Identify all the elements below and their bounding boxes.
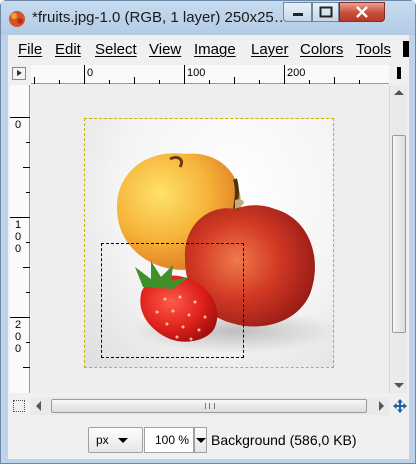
layer-status: Background (586,0 KB) bbox=[211, 432, 357, 448]
grip-icon bbox=[205, 403, 215, 409]
hruler-label-0: 0 bbox=[87, 67, 94, 79]
scroll-up-icon[interactable] bbox=[394, 90, 404, 95]
hruler-label-200: 200 bbox=[287, 67, 306, 79]
vruler-label-100-d3: 0 bbox=[14, 243, 22, 255]
menu-colors[interactable]: Colors bbox=[300, 41, 343, 58]
horizontal-scroll-row bbox=[8, 397, 409, 417]
image-menu-button[interactable] bbox=[12, 67, 26, 80]
menu-tools[interactable]: Tools bbox=[356, 41, 391, 58]
hruler-label-100: 100 bbox=[187, 67, 206, 79]
title-bar[interactable]: *fruits.jpg-1.0 (RGB, 1 layer) 250x25… bbox=[1, 1, 415, 35]
ruler-end-marker bbox=[397, 67, 401, 79]
maximize-icon bbox=[319, 6, 332, 18]
image-window: *fruits.jpg-1.0 (RGB, 1 layer) 250x25… F… bbox=[0, 0, 416, 464]
menu-view[interactable]: View bbox=[149, 41, 181, 58]
app-icon bbox=[9, 11, 25, 27]
menu-overflow-icon[interactable] bbox=[403, 41, 409, 57]
close-button[interactable] bbox=[339, 2, 385, 22]
rectangle-selection[interactable] bbox=[101, 243, 244, 358]
zoom-input[interactable]: 100 % bbox=[144, 427, 194, 453]
vruler-label-200-d2: 0 bbox=[14, 331, 22, 343]
vertical-ruler[interactable]: 0 1 0 0 2 0 0 bbox=[10, 85, 30, 393]
minimize-button[interactable] bbox=[283, 2, 312, 22]
horizontal-scrollbar[interactable] bbox=[31, 397, 389, 415]
chevron-down-icon bbox=[118, 438, 128, 443]
close-icon bbox=[356, 6, 368, 18]
menu-edit[interactable]: Edit bbox=[55, 41, 81, 58]
window-title: *fruits.jpg-1.0 (RGB, 1 layer) 250x25… bbox=[32, 9, 282, 26]
maximize-button[interactable] bbox=[312, 2, 339, 22]
menu-layer[interactable]: Layer bbox=[251, 41, 289, 58]
zoom-value: 100 % bbox=[154, 433, 189, 447]
vruler-label-100-d1: 1 bbox=[14, 219, 22, 231]
unit-value: px bbox=[96, 433, 109, 447]
horizontal-ruler-ticks bbox=[34, 65, 360, 84]
vertical-scrollbar[interactable] bbox=[389, 85, 407, 393]
image-canvas[interactable] bbox=[31, 85, 389, 393]
menu-image[interactable]: Image bbox=[194, 41, 236, 58]
horizontal-ruler[interactable]: 0 100 200 bbox=[31, 65, 389, 84]
menu-bar: File Edit Select View Image Layer Colors… bbox=[8, 35, 409, 63]
horizontal-scroll-thumb[interactable] bbox=[51, 399, 367, 413]
navigate-icon[interactable] bbox=[393, 399, 407, 413]
canvas-area: 0 100 200 0 1 0 0 2 0 0 bbox=[8, 63, 409, 423]
scroll-down-icon[interactable] bbox=[394, 383, 404, 388]
vruler-label-0: 0 bbox=[14, 119, 22, 131]
scroll-right-icon[interactable] bbox=[379, 401, 384, 411]
vruler-label-200-d1: 2 bbox=[14, 319, 22, 331]
menu-select[interactable]: Select bbox=[95, 41, 137, 58]
vruler-label-100-d2: 0 bbox=[14, 231, 22, 243]
menu-file[interactable]: File bbox=[18, 41, 42, 58]
vertical-scroll-thumb[interactable] bbox=[392, 135, 406, 333]
vruler-label-200-d3: 0 bbox=[14, 343, 22, 355]
zoom-dropdown-button[interactable] bbox=[194, 427, 207, 453]
status-bar: px 100 % Background (586,0 KB) bbox=[8, 423, 409, 459]
unit-selector[interactable]: px bbox=[88, 427, 143, 453]
quick-mask-icon[interactable] bbox=[13, 400, 25, 412]
scroll-left-icon[interactable] bbox=[36, 401, 41, 411]
minimize-icon bbox=[292, 13, 303, 16]
